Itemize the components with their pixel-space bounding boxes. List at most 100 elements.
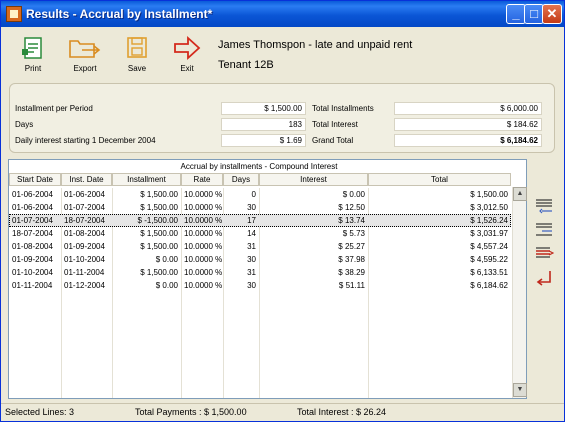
grid-header: Start Date Inst. Date Installment Rate Days I… <box>9 173 511 186</box>
export-label: Export <box>73 64 97 73</box>
installment-per-period-value: $ 1,500.00 <box>221 102 306 115</box>
column-header[interactable]: Days <box>223 173 259 186</box>
table-cell: $ 0.00 <box>342 190 365 199</box>
table-cell: 10.0000 % <box>184 203 223 212</box>
table-cell: $ 3,031.97 <box>470 229 508 238</box>
table-cell: 01-06-2004 <box>12 190 53 199</box>
table-cell: 10.0000 % <box>184 242 223 251</box>
grand-total-value: $ 6,184.62 <box>394 134 542 147</box>
days-value: 183 <box>221 118 306 131</box>
table-row[interactable]: 01-08-2004 01-09-2004 $ 1,500.00 10.0000 % 3… <box>9 240 511 253</box>
column-header[interactable]: Interest <box>259 173 368 186</box>
table-cell: 01-07-2004 <box>64 203 105 212</box>
table-row[interactable]: 01-10-2004 01-11-2004 $ 1,500.00 10.0000 % 3… <box>9 266 511 279</box>
minimize-button[interactable]: _ <box>506 4 526 24</box>
table-cell: 01-11-2004 <box>64 268 105 277</box>
save-label: Save <box>127 64 147 73</box>
table-cell: 30 <box>247 281 256 290</box>
table-cell: 01-09-2004 <box>12 255 53 264</box>
grid-caption: Accrual by installments - Compound Inter… <box>180 162 338 171</box>
window-title: Results - Accrual by Installment* <box>26 7 213 21</box>
table-cell: $ 0.00 <box>155 255 178 264</box>
table-cell: 01-08-2004 <box>12 242 53 251</box>
accrual-grid[interactable]: Accrual by installments - Compound Inter… <box>8 159 527 399</box>
table-cell: $ 1,500.00 <box>140 268 178 277</box>
daily-interest-label: Daily interest starting 1 December 2004 <box>15 136 156 145</box>
app-icon <box>6 6 22 22</box>
table-cell: $ 4,557.24 <box>470 242 508 251</box>
table-cell: $ 25.27 <box>338 242 365 251</box>
print-label: Print <box>24 64 42 73</box>
add-line-icon[interactable] <box>534 197 554 215</box>
table-cell: 01-06-2004 <box>12 203 53 212</box>
table-cell: 30 <box>247 255 256 264</box>
table-cell: $ 1,500.00 <box>140 190 178 199</box>
days-label: Days <box>15 120 34 129</box>
table-cell: 01-11-2004 <box>12 281 53 290</box>
table-cell: $ 1,500.00 <box>140 203 178 212</box>
installment-per-period-label: Installment per Period <box>15 104 93 113</box>
results-window: Results - Accrual by Installment* _ □ ✕ … <box>0 0 565 422</box>
print-button[interactable]: Print <box>15 35 51 73</box>
table-cell: $ 4,595.22 <box>470 255 508 264</box>
tenant-name: James Thomspon - late and unpaid rent <box>218 39 413 51</box>
undo-icon[interactable] <box>534 269 554 287</box>
total-interest-status: Total Interest : $ 26.24 <box>297 407 387 417</box>
table-cell: 31 <box>247 242 256 251</box>
table-cell: 01-08-2004 <box>64 229 105 238</box>
column-header[interactable]: Inst. Date <box>61 173 112 186</box>
scroll-up-button[interactable]: ▲ <box>513 187 527 201</box>
table-row[interactable]: 01-06-2004 01-07-2004 $ 1,500.00 10.0000 % 3… <box>9 201 511 214</box>
close-button[interactable]: ✕ <box>542 4 562 24</box>
table-cell: $ 37.98 <box>338 255 365 264</box>
table-cell: 18-07-2004 <box>12 229 53 238</box>
table-cell: 10.0000 % <box>184 255 223 264</box>
daily-interest-value: $ 1.69 <box>221 134 306 147</box>
table-cell: 01-12-2004 <box>64 281 105 290</box>
table-cell: $ 3,012.50 <box>470 203 508 212</box>
total-interest-label: Total Interest <box>312 120 358 129</box>
table-cell: 01-10-2004 <box>64 255 105 264</box>
column-header[interactable]: Total <box>368 173 511 186</box>
table-cell: $ 0.00 <box>155 281 178 290</box>
vertical-scrollbar[interactable]: ▲ ▼ <box>512 187 527 398</box>
maximize-button[interactable]: □ <box>524 4 544 24</box>
total-interest-value: $ 184.62 <box>394 118 542 131</box>
table-row[interactable]: 01-06-2004 01-06-2004 $ 1,500.00 10.0000 % 0… <box>9 188 511 201</box>
table-row[interactable]: 01-11-2004 01-12-2004 $ 0.00 10.0000 % 30 $ 5… <box>9 279 511 292</box>
summary-panel: Installment per Period $ 1,500.00 Days 1… <box>9 83 555 153</box>
total-installments-value: $ 6,000.00 <box>394 102 542 115</box>
table-cell: 14 <box>247 229 256 238</box>
table-cell: 01-10-2004 <box>12 268 53 277</box>
insert-line-icon[interactable] <box>534 221 554 239</box>
table-cell: 01-06-2004 <box>64 190 105 199</box>
column-header[interactable]: Start Date <box>9 173 61 186</box>
table-cell: $ 1,500.00 <box>140 242 178 251</box>
tenant-unit: Tenant 12B <box>218 59 274 71</box>
export-button[interactable]: Export <box>67 35 103 73</box>
table-cell: 17 <box>247 216 256 225</box>
table-row[interactable]: 18-07-2004 01-08-2004 $ 1,500.00 10.0000 % 1… <box>9 227 511 240</box>
table-row[interactable]: 01-09-2004 01-10-2004 $ 0.00 10.0000 % 30 $ 3… <box>9 253 511 266</box>
table-cell: $ 6,133.51 <box>470 268 508 277</box>
table-row[interactable]: 01-07-2004 18-07-2004 $ -1,500.00 10.0000 %… <box>9 214 511 227</box>
delete-line-icon[interactable] <box>534 245 555 263</box>
table-cell: $ 1,500.00 <box>140 229 178 238</box>
table-cell: 10.0000 % <box>184 268 223 277</box>
exit-button[interactable]: Exit <box>169 35 205 73</box>
total-payments-status: Total Payments : $ 1,500.00 <box>135 407 247 417</box>
total-installments-label: Total Installments <box>312 104 374 113</box>
selected-lines-status: Selected Lines: 3 <box>5 407 75 417</box>
export-folder-icon <box>69 40 101 58</box>
table-cell: $ 51.11 <box>338 281 365 290</box>
table-cell: $ 38.29 <box>338 268 365 277</box>
exit-arrow-icon <box>174 35 201 61</box>
table-cell: $ 6,184.62 <box>470 281 508 290</box>
scroll-down-button[interactable]: ▼ <box>513 383 527 397</box>
save-button[interactable]: Save <box>119 35 155 73</box>
table-cell: $ 5.73 <box>342 229 365 238</box>
title-bar[interactable]: Results - Accrual by Installment* _ □ ✕ <box>1 1 564 27</box>
column-header[interactable]: Rate <box>181 173 223 186</box>
table-cell: $ 1,500.00 <box>470 190 508 199</box>
column-header[interactable]: Installment <box>112 173 181 186</box>
